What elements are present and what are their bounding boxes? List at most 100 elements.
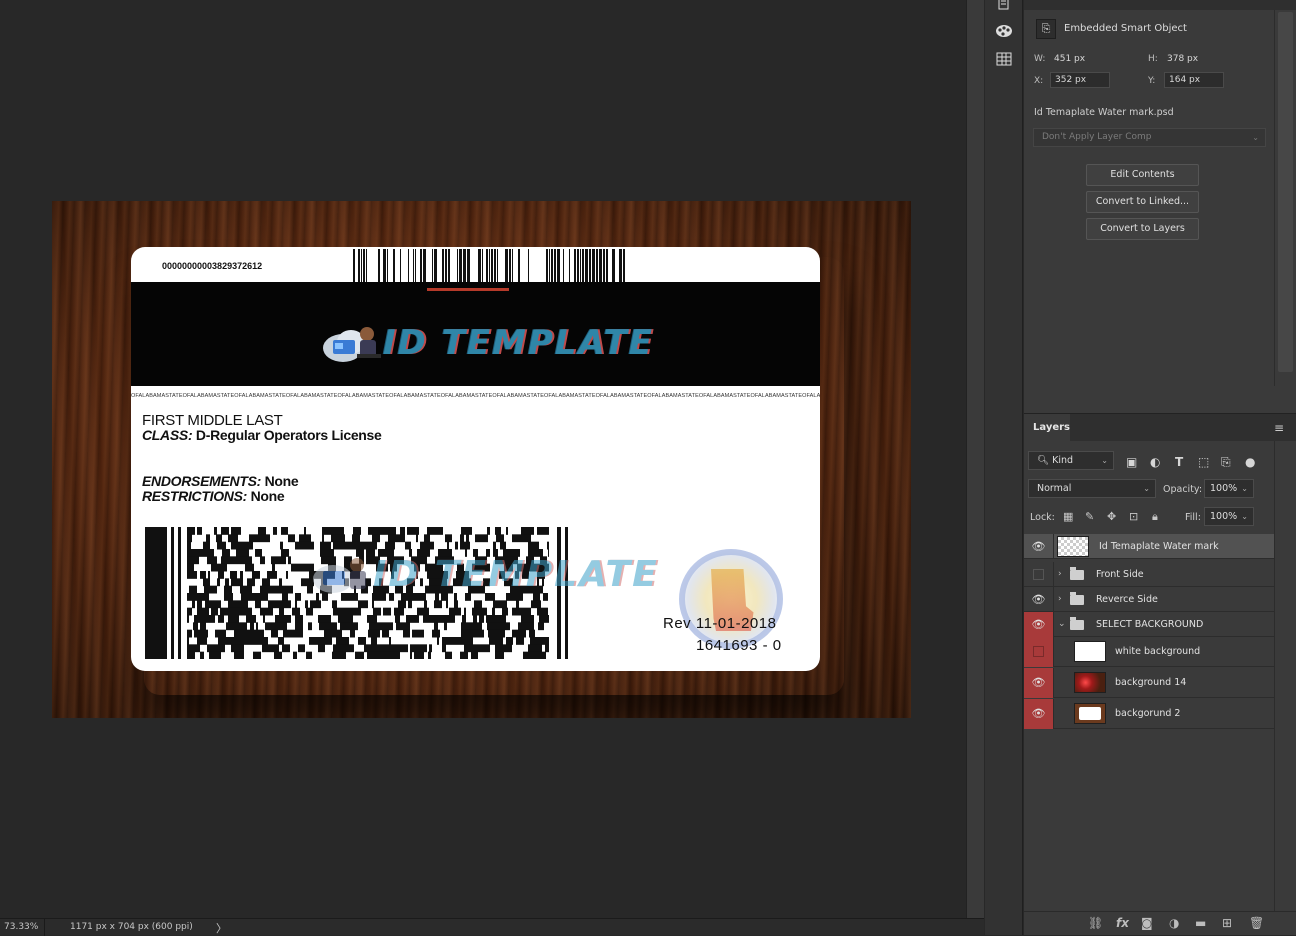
y-input[interactable]: 164 px [1164, 72, 1224, 88]
link-layers-icon[interactable]: ⛓︎ [1088, 916, 1103, 930]
panel-menu-icon[interactable]: ≡ [1274, 421, 1284, 435]
convert-to-linked-button[interactable]: Convert to Linked... [1086, 191, 1199, 213]
adjustment-layer-icon[interactable]: ◑ [1169, 916, 1179, 930]
card-black-band: ID TEMPLATE [131, 282, 820, 386]
layer-thumbnail [1074, 641, 1106, 662]
filter-pixel-icon[interactable]: ▣ [1126, 455, 1137, 469]
layer-name: background 14 [1115, 677, 1187, 688]
chevron-down-icon: ⌄ [1241, 484, 1248, 493]
zoom-level[interactable]: 73.33% [4, 922, 38, 932]
layer-name: Front Side [1096, 569, 1144, 580]
class-label: CLASS: [142, 427, 193, 443]
add-mask-icon[interactable]: ◙ [1141, 916, 1153, 930]
properties-scroll-thumb[interactable] [1278, 12, 1293, 372]
canvas-vertical-scrollbar[interactable] [966, 0, 984, 918]
palette-icon[interactable] [994, 24, 1014, 42]
layer-filter-select[interactable]: 🔍︎ Kind ⌄ [1028, 451, 1114, 470]
layers-bottom-toolbar: ⛓︎ fx ◙ ◑ ▬ ⊞ 🗑︎ [1024, 911, 1296, 935]
panel-icon-strip [985, 0, 1023, 935]
right-panels: ⎘ Embedded Smart Object W: 451 px H: 378… [1024, 0, 1296, 935]
filter-shape-icon[interactable]: ⬚ [1198, 455, 1209, 469]
width-label: W: [1034, 54, 1046, 64]
opacity-input[interactable]: 100% ⌄ [1204, 479, 1254, 498]
opacity-value: 100% [1210, 483, 1238, 494]
properties-panel: ⎘ Embedded Smart Object W: 451 px H: 378… [1024, 10, 1276, 386]
lock-paint-icon[interactable]: ✎ [1085, 510, 1094, 523]
lock-artboard-icon[interactable]: ⊡ [1129, 510, 1138, 523]
layer-row-front-side[interactable]: › Front Side [1024, 562, 1274, 587]
fill-label: Fill: [1185, 512, 1201, 523]
layer-comp-select[interactable]: Don't Apply Layer Comp ⌄ [1033, 128, 1266, 147]
canvas-area[interactable]: 00000000003829372612 ID TEMPLATE OFALABA… [0, 0, 966, 918]
new-layer-icon[interactable]: ⊞ [1222, 916, 1232, 930]
class-value: D-Regular Operators License [192, 427, 382, 443]
smart-object-icon: ⎘ [1036, 19, 1056, 39]
watermark-logo: ID TEMPLATE [311, 551, 659, 597]
filter-adjustment-icon[interactable]: ◐ [1150, 455, 1160, 469]
layer-row-reverce-side[interactable]: 👁︎ › Reverce Side [1024, 587, 1274, 612]
tab-layers[interactable]: Layers [1024, 414, 1070, 442]
filter-toggle-icon[interactable]: ● [1245, 455, 1255, 469]
eye-icon[interactable]: 👁︎ [1024, 534, 1054, 559]
delete-layer-icon[interactable]: 🗑︎ [1249, 916, 1264, 930]
chevron-right-icon[interactable]: › [1058, 587, 1062, 612]
eye-icon[interactable]: 👁︎ [1024, 668, 1054, 698]
microtext-line: OFALABAMASTATEOFALABAMASTATEOFALABAMASTA… [131, 393, 820, 399]
blend-mode-select[interactable]: Normal ⌄ [1028, 479, 1156, 498]
new-group-icon[interactable]: ▬ [1195, 916, 1206, 930]
red-mark [427, 288, 509, 291]
layer-row-background-14[interactable]: 👁︎ background 14 [1024, 668, 1274, 698]
chevron-down-icon: ⌄ [1252, 133, 1259, 142]
id-card-back: 00000000003829372612 ID TEMPLATE OFALABA… [131, 247, 820, 671]
lock-transparent-icon[interactable]: ▦ [1063, 510, 1073, 523]
mascot-icon [321, 320, 383, 366]
chevron-down-icon: ⌄ [1101, 456, 1108, 465]
fx-icon[interactable]: fx [1116, 916, 1129, 930]
height-value: 378 px [1167, 54, 1199, 64]
card-class: CLASS: D-Regular Operators License [142, 427, 382, 443]
chevron-down-icon: ⌄ [1241, 512, 1248, 521]
layer-filter-value: Kind [1052, 455, 1074, 466]
chevron-down-icon: ⌄ [1143, 484, 1150, 493]
filter-smart-object-icon[interactable]: ⎘ [1221, 455, 1231, 470]
layer-row-watermark[interactable]: 👁︎ Id Temaplate Water mark [1024, 534, 1274, 559]
fill-input[interactable]: 100% ⌄ [1204, 507, 1254, 526]
visibility-toggle[interactable] [1024, 562, 1054, 587]
layer-row-white-background[interactable]: white background [1024, 637, 1274, 667]
status-menu-arrow-icon[interactable]: 〉 [216, 920, 227, 936]
convert-to-layers-button[interactable]: Convert to Layers [1086, 218, 1199, 240]
document-info: 1171 px x 704 px (600 ppi) [70, 922, 193, 932]
chevron-right-icon[interactable]: › [1058, 562, 1062, 587]
properties-scrollbar[interactable] [1274, 10, 1296, 386]
layer-comp-value: Don't Apply Layer Comp [1042, 132, 1152, 142]
eye-icon[interactable]: 👁︎ [1024, 699, 1054, 729]
chevron-down-icon[interactable]: ⌄ [1058, 612, 1066, 637]
lock-all-icon[interactable]: 🔒︎ [1152, 510, 1158, 524]
width-value: 451 px [1054, 54, 1086, 64]
edit-contents-button[interactable]: Edit Contents [1086, 164, 1199, 186]
filter-type-icon[interactable]: T [1175, 455, 1183, 469]
properties-icon[interactable] [994, 0, 1014, 14]
card-serial: 00000000003829372612 [162, 261, 263, 271]
y-label: Y: [1148, 76, 1156, 86]
layers-scrollbar[interactable] [1274, 441, 1296, 911]
swatches-grid-icon[interactable] [994, 52, 1014, 70]
lock-position-icon[interactable]: ✥ [1107, 510, 1116, 523]
smart-object-file-name: Id Temaplate Water mark.psd [1034, 107, 1174, 118]
visibility-toggle[interactable] [1024, 637, 1054, 667]
layer-row-backgorund-2[interactable]: 👁︎ backgorund 2 [1024, 699, 1274, 729]
height-label: H: [1148, 54, 1158, 64]
fill-value: 100% [1210, 511, 1238, 522]
eye-icon[interactable]: 👁︎ [1024, 587, 1054, 612]
layer-thumbnail [1074, 672, 1106, 693]
x-input[interactable]: 352 px [1050, 72, 1110, 88]
layer-row-select-background[interactable]: 👁︎ ⌄ SELECT BACKGROUND [1024, 612, 1274, 637]
search-icon: 🔍︎ [1037, 455, 1050, 466]
blend-mode-value: Normal [1037, 483, 1072, 494]
status-bar: 73.33% 1171 px x 704 px (600 ppi) 〉 [0, 918, 984, 936]
document-image[interactable]: 00000000003829372612 ID TEMPLATE OFALABA… [52, 201, 911, 718]
state-seal-ring [679, 549, 783, 649]
properties-tab-bar[interactable] [1024, 0, 1296, 10]
watermark-logo-text: ID TEMPLATE [373, 553, 659, 595]
eye-icon[interactable]: 👁︎ [1024, 612, 1054, 637]
